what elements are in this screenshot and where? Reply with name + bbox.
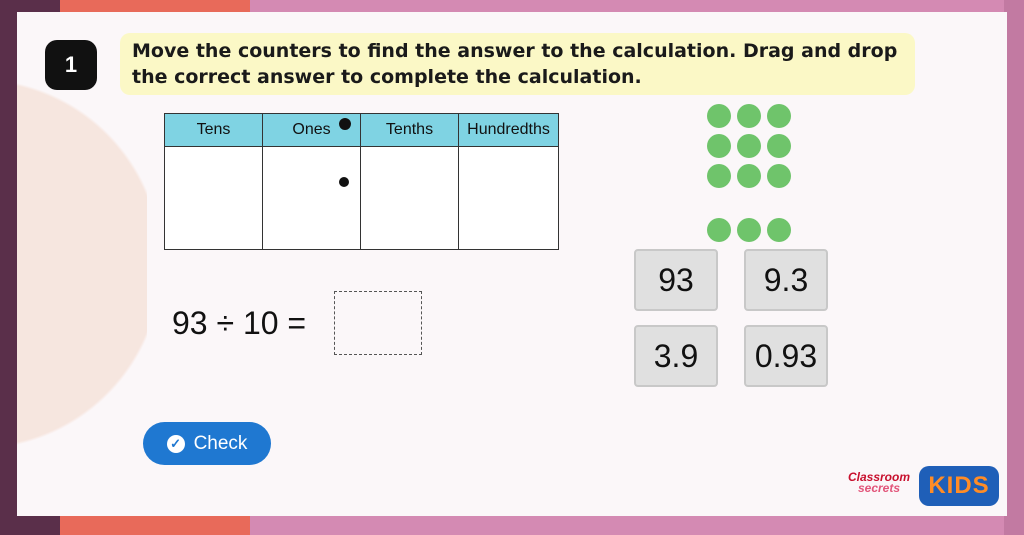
counter[interactable] [737,134,761,158]
answer-option[interactable]: 93 [634,249,718,311]
counter[interactable] [767,104,791,128]
counter[interactable] [767,164,791,188]
classroom-secrets-wordmark: Classroom secrets [847,470,911,495]
tens-drop-zone[interactable] [165,147,263,249]
activity-card: 1 Move the counters to find the answer t… [17,12,1007,516]
check-button[interactable]: ✓ Check [143,422,271,465]
counter[interactable] [707,104,731,128]
background-right-edge [1004,0,1024,535]
answer-option[interactable]: 0.93 [744,325,828,387]
counter[interactable] [737,164,761,188]
check-circle-icon: ✓ [166,434,185,453]
ones-drop-zone[interactable] [263,147,361,249]
classroom-secrets-kids-logo: Classroom secrets KIDS [842,466,999,506]
header-hundredths: Hundredths [459,114,558,147]
instruction-text: Move the counters to find the answer to … [120,33,915,95]
header-tenths: Tenths [361,114,459,147]
counter[interactable] [707,218,731,242]
place-value-table: Tens Ones Tenths Hundredths [164,113,559,250]
hundredths-drop-zone[interactable] [459,147,558,249]
kids-wordmark: KIDS [919,466,999,506]
answer-option[interactable]: 9.3 [744,249,828,311]
tenths-drop-zone[interactable] [361,147,459,249]
counter[interactable] [767,218,791,242]
counter[interactable] [767,134,791,158]
counter[interactable] [737,104,761,128]
decimal-point-header [339,118,351,130]
calculation-text: 93 ÷ 10 = [172,305,307,341]
counters-group [707,104,797,244]
answer-option[interactable]: 3.9 [634,325,718,387]
counter[interactable] [707,134,731,158]
background-bottom-strip [60,515,250,535]
check-button-label: Check [193,432,248,454]
header-tens: Tens [165,114,263,147]
counter[interactable] [707,164,731,188]
question-number-badge: 1 [45,40,97,90]
counter[interactable] [737,218,761,242]
answer-drop-zone[interactable] [334,291,422,355]
decimal-point-body [339,177,349,187]
